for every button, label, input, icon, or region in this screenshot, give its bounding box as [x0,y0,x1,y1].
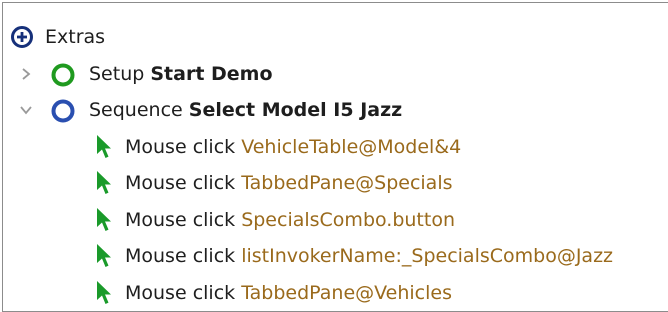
setup-label: Setup Start Demo [89,56,273,92]
chevron-right-icon[interactable] [19,67,33,81]
mouse-cursor-icon [97,281,111,304]
setup-type: Setup [89,63,145,85]
chevron-down-icon[interactable] [19,103,33,117]
step-target: listInvokerName:_SpecialsCombo@Jazz [241,245,614,267]
step-action: Mouse click [125,209,236,231]
step-label: Mouse click VehicleTable@Model&4 [125,129,461,165]
step-label: Mouse click listInvokerName:_SpecialsCom… [125,238,613,274]
blue-ring-icon [51,99,75,123]
step-target: VehicleTable@Model&4 [241,136,462,158]
sequence-type: Sequence [89,99,183,121]
step-action: Mouse click [125,245,236,267]
step-target: SpecialsCombo.button [241,209,456,231]
step-label: Mouse click TabbedPane@Specials [125,165,453,201]
sequence-label: Sequence Select Model I5 Jazz [89,92,402,128]
sequence-name: Select Model I5 Jazz [188,99,403,121]
plus-circle-icon [11,26,33,48]
setup-name: Start Demo [150,63,273,85]
extras-label: Extras [45,26,106,48]
step-label: Mouse click SpecialsCombo.button [125,202,455,238]
mouse-cursor-icon [97,208,111,231]
mouse-cursor-icon [97,171,111,194]
step-target: TabbedPane@Specials [241,172,453,194]
step-action: Mouse click [125,136,236,158]
step-action: Mouse click [125,282,236,304]
green-ring-icon [51,63,75,87]
mouse-cursor-icon [97,135,111,158]
test-suite-tree: Extras Setup Start Demo Sequence Select … [2,2,668,312]
step-action: Mouse click [125,172,236,194]
step-label: Mouse click TabbedPane@Vehicles [125,275,452,311]
step-target: TabbedPane@Vehicles [241,282,452,304]
mouse-cursor-icon [97,244,111,267]
